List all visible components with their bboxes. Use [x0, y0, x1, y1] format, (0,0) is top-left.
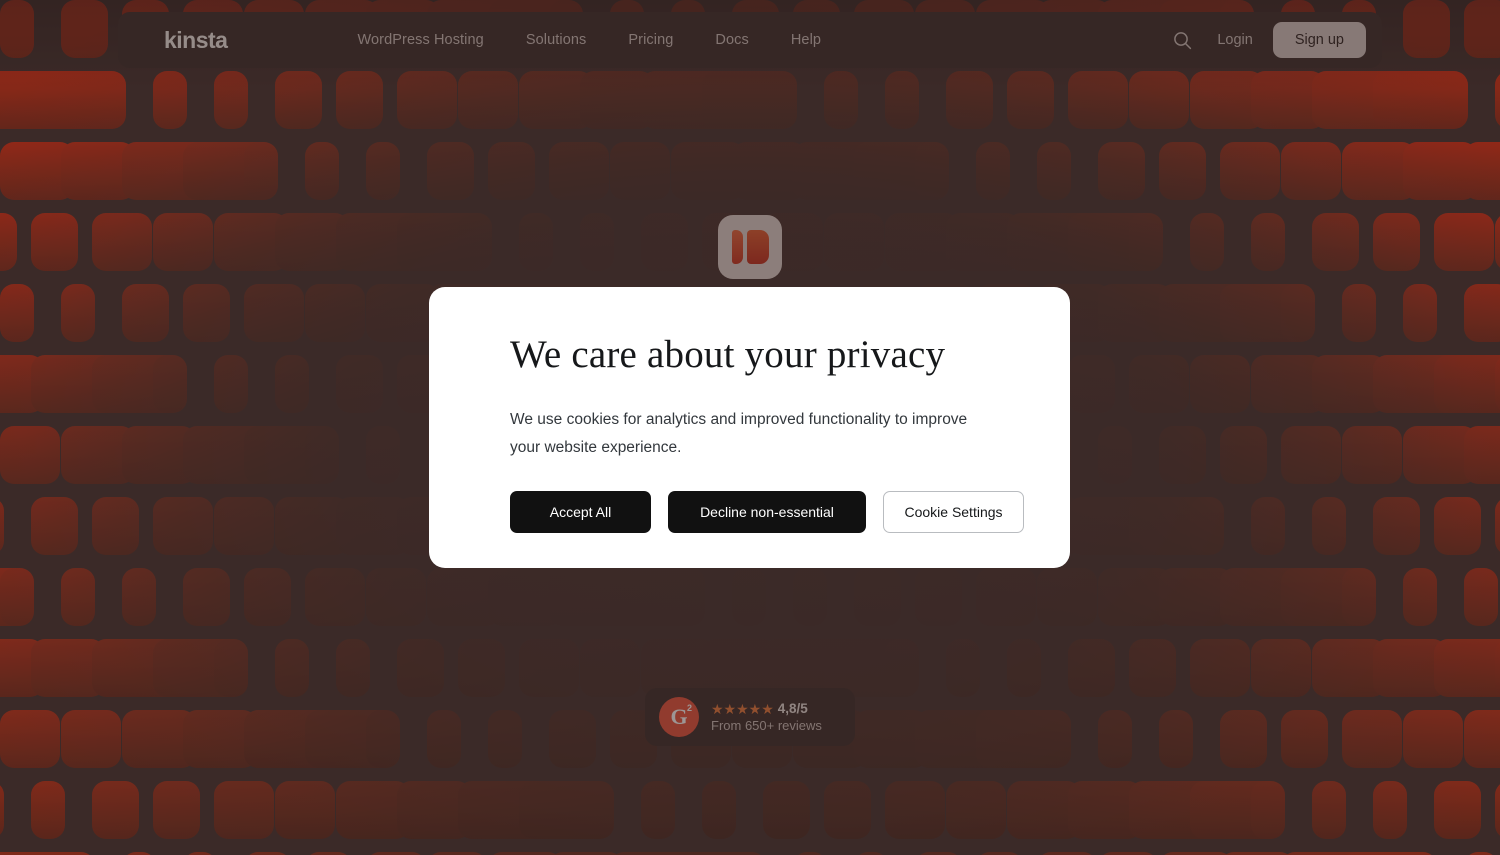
- dialog-action-buttons: Accept All Decline non-essential Cookie …: [510, 491, 1070, 534]
- page-root: kinsta WordPress Hosting Solutions Prici…: [0, 0, 1500, 855]
- cookie-settings-button[interactable]: Cookie Settings: [883, 491, 1024, 534]
- cookie-consent-dialog: We care about your privacy We use cookie…: [429, 287, 1070, 568]
- accept-all-button[interactable]: Accept All: [510, 491, 651, 534]
- decline-non-essential-button[interactable]: Decline non-essential: [668, 491, 866, 534]
- dialog-title: We care about your privacy: [510, 333, 946, 376]
- dialog-body-text: We use cookies for analytics and improve…: [510, 411, 968, 456]
